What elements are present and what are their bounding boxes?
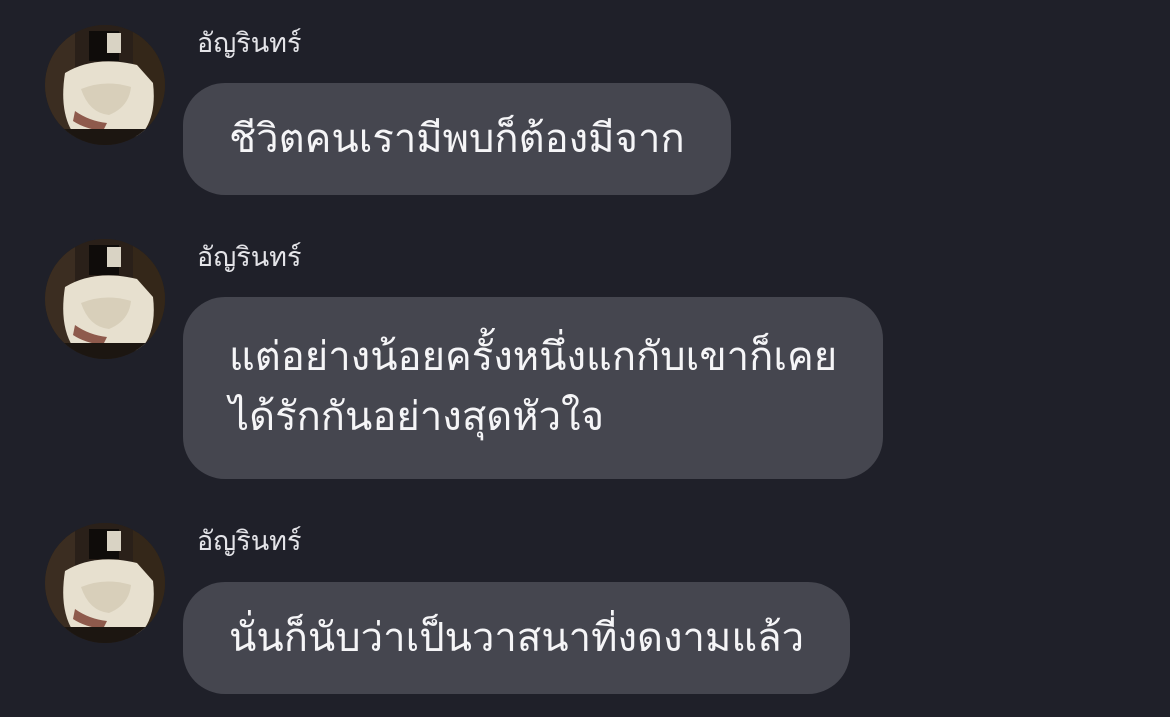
sender-avatar[interactable] — [45, 25, 165, 145]
profile-photo-icon — [45, 25, 165, 145]
chat-thread: อัญรินทร์ ชีวิตคนเรามีพบก็ต้องมีจาก อัญร… — [0, 0, 1170, 717]
sender-avatar[interactable] — [45, 523, 165, 643]
profile-photo-icon — [45, 239, 165, 359]
message-bubble[interactable]: นั่นก็นับว่าเป็นวาสนาที่งดงามแล้ว — [183, 582, 851, 694]
message-bubble[interactable]: แต่อย่างน้อยครั้งหนึ่งแกกับเขาก็เคย ได้ร… — [183, 297, 884, 479]
message-text: นั่นก็นับว่าเป็นวาสนาที่งดงามแล้ว — [229, 615, 805, 661]
message-text-line: แต่อย่างน้อยครั้งหนึ่งแกกับเขาก็เคย — [229, 334, 838, 380]
sender-name: อัญรินทร์ — [197, 28, 302, 59]
message-bubble[interactable]: ชีวิตคนเรามีพบก็ต้องมีจาก — [183, 83, 731, 195]
message-text: ชีวิตคนเรามีพบก็ต้องมีจาก — [229, 116, 685, 162]
profile-photo-icon — [45, 523, 165, 643]
sender-avatar[interactable] — [45, 239, 165, 359]
sender-name: อัญรินทร์ — [197, 526, 302, 557]
message-text-line: ได้รักกันอย่างสุดหัวใจ — [229, 394, 604, 440]
sender-name: อัญรินทร์ — [197, 242, 302, 273]
